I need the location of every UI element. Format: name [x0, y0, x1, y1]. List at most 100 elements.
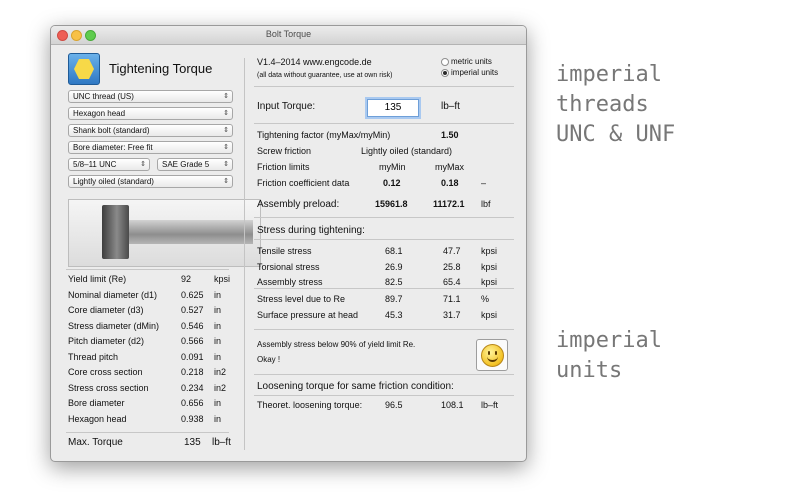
divider — [66, 432, 229, 433]
tightening-factor-label: Tightening factor (myMax/myMin) — [257, 130, 391, 140]
smiley-icon — [476, 339, 508, 371]
lubrication-select[interactable]: Lightly oiled (standard) ⇕ — [68, 175, 233, 188]
assembly-preload-label: Assembly preload: — [257, 199, 340, 210]
stress-min-value: 68.1 — [385, 246, 403, 256]
grade-select[interactable]: SAE Grade 5 ⇕ — [157, 158, 233, 171]
property-unit: in — [214, 351, 222, 362]
lubrication-value: Lightly oiled (standard) — [73, 177, 154, 186]
property-unit: in2 — [214, 367, 227, 377]
loosening-torque-unit: lb–ft — [481, 400, 499, 410]
loosening-torque-max: 108.1 — [441, 400, 464, 410]
chevron-updown-icon: ⇕ — [223, 93, 229, 100]
status-message-line2: Okay ! — [257, 355, 281, 364]
property-value: 0.656 — [181, 398, 204, 408]
divider — [254, 395, 514, 396]
property-label: Thread pitch — [68, 351, 119, 362]
metric-units-radio[interactable] — [441, 58, 449, 66]
thread-size-select[interactable]: 5/8–11 UNC ⇕ — [68, 158, 150, 171]
chevron-updown-icon: ⇕ — [223, 178, 229, 185]
bolt-image — [68, 199, 261, 267]
property-value: 0.546 — [181, 320, 204, 331]
chevron-updown-icon: ⇕ — [223, 110, 229, 117]
stress-heading: Stress during tightening: — [257, 225, 365, 236]
friction-coefficient-unit: – — [481, 178, 487, 188]
head-type-select[interactable]: Hexagon head ⇕ — [68, 107, 233, 120]
stress-max-value: 31.7 — [443, 310, 461, 320]
property-value: 0.527 — [181, 305, 204, 315]
disclaimer-text: (all data without guarantee, use at own … — [257, 72, 393, 79]
property-value: 0.625 — [181, 289, 204, 300]
stress-unit: kpsi — [481, 246, 498, 256]
divider — [254, 239, 514, 240]
status-message-line1: Assembly stress below 90% of yield limit… — [257, 340, 416, 349]
property-unit: in — [214, 398, 222, 408]
friction-coefficient-label: Friction coefficient data — [257, 178, 350, 188]
bolt-type-value: Shank bolt (standard) — [73, 126, 150, 135]
loosening-torque-label: Theoret. loosening torque: — [257, 400, 363, 410]
max-torque-label: Max. Torque — [68, 437, 123, 448]
stress-max-value: 65.4 — [443, 277, 461, 287]
stress-unit: kpsi — [481, 261, 498, 272]
stress-min-value: 82.5 — [385, 277, 403, 287]
stress-unit: % — [481, 294, 490, 304]
property-unit: kpsi — [214, 274, 231, 284]
stress-label: Tensile stress — [257, 246, 312, 256]
head-type-value: Hexagon head — [73, 109, 126, 118]
side-caption-line: UNC & UNF — [556, 122, 676, 147]
app-title: Tightening Torque — [109, 61, 213, 76]
property-label: Hexagon head — [68, 413, 127, 424]
side-caption-line: imperial — [556, 62, 662, 87]
divider — [254, 374, 514, 375]
tightening-factor-value: 1.50 — [441, 130, 459, 140]
window-title: Bolt Torque — [265, 29, 312, 39]
property-unit: in — [214, 336, 222, 346]
thread-type-select[interactable]: UNC thread (US) ⇕ — [68, 90, 233, 103]
imperial-units-label: imperial units — [451, 68, 499, 77]
property-label: Bore diameter — [68, 398, 125, 408]
divider — [254, 86, 514, 87]
divider — [254, 123, 514, 124]
column-divider — [244, 58, 245, 450]
imperial-units-radio[interactable] — [441, 69, 449, 77]
stress-max-value: 71.1 — [443, 294, 461, 304]
max-torque-unit: lb–ft — [212, 437, 231, 448]
bolt-type-select[interactable]: Shank bolt (standard) ⇕ — [68, 124, 233, 137]
property-unit: in — [214, 289, 222, 300]
loosening-heading: Loosening torque for same friction condi… — [257, 381, 454, 392]
screw-friction-value: Lightly oiled (standard) — [361, 146, 453, 156]
property-label: Pitch diameter (d2) — [68, 336, 145, 346]
property-value: 0.938 — [181, 413, 204, 424]
title-bar: Bolt Torque — [51, 26, 526, 45]
property-label: Nominal diameter (d1) — [68, 289, 158, 300]
stress-label: Stress level due to Re — [257, 294, 346, 304]
divider — [254, 329, 514, 330]
input-torque-field[interactable] — [367, 99, 419, 117]
bolt-app-icon — [68, 53, 100, 85]
property-value: 0.566 — [181, 336, 204, 346]
stress-min-value: 26.9 — [385, 261, 403, 272]
divider — [66, 269, 229, 270]
grade-value: SAE Grade 5 — [162, 160, 210, 169]
chevron-updown-icon: ⇕ — [223, 127, 229, 134]
property-unit: in2 — [214, 382, 227, 393]
bore-diameter-select[interactable]: Bore diameter: Free fit ⇕ — [68, 141, 233, 154]
property-value: 92 — [181, 274, 192, 284]
property-value: 0.091 — [181, 351, 204, 362]
metric-units-label: metric units — [451, 57, 492, 66]
side-caption-threads: imperial threads UNC & UNF — [556, 60, 675, 150]
stress-label: Torsional stress — [257, 261, 320, 272]
property-label: Stress cross section — [68, 382, 149, 393]
stress-unit: kpsi — [481, 310, 498, 320]
bore-diameter-value: Bore diameter: Free fit — [73, 143, 153, 152]
property-label: Yield limit (Re) — [68, 274, 127, 284]
assembly-preload-max: 11172.1 — [433, 199, 465, 209]
input-torque-label: Input Torque: — [257, 101, 316, 112]
divider — [254, 217, 514, 218]
loosening-torque-min: 96.5 — [385, 400, 403, 410]
screw-friction-label: Screw friction — [257, 146, 312, 156]
divider — [254, 288, 514, 289]
bolt-torque-window: Bolt Torque Tightening Torque UNC thread… — [50, 25, 527, 462]
assembly-preload-unit: lbf — [481, 199, 491, 209]
side-caption-line: threads — [556, 92, 649, 117]
property-label: Core diameter (d3) — [68, 305, 144, 315]
